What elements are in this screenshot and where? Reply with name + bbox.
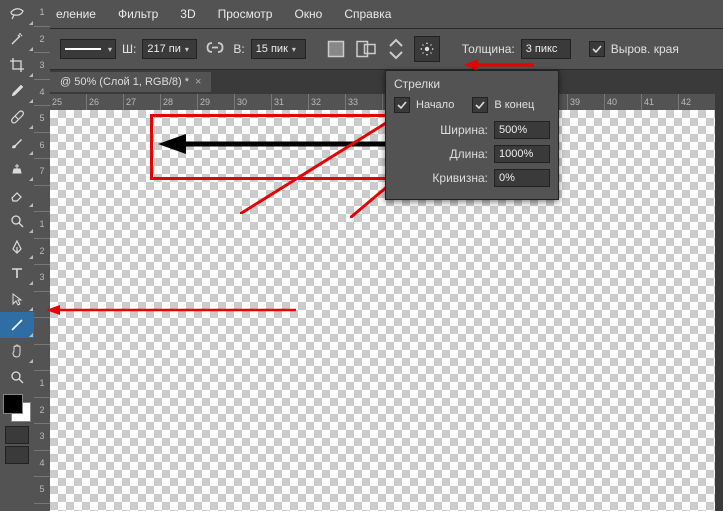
link-wh-icon[interactable] xyxy=(203,37,227,61)
align-icon[interactable] xyxy=(354,37,378,61)
zoom-tool[interactable] xyxy=(0,364,34,390)
height-label: В: xyxy=(233,42,244,56)
arrow-length-label: Длина: xyxy=(450,147,488,161)
crop-tool[interactable] xyxy=(0,52,34,78)
menu-filter[interactable]: Фильтр xyxy=(118,7,158,21)
pen-tool[interactable] xyxy=(0,234,34,260)
end-checkbox[interactable] xyxy=(472,97,488,113)
close-icon[interactable]: × xyxy=(195,76,201,88)
vertical-scrollbar[interactable] xyxy=(715,94,723,511)
menu-window[interactable]: Окно xyxy=(294,7,322,21)
annotation-arrow-to-tool xyxy=(46,304,296,316)
horizontal-ruler: 2526 2728 2930 3132 3334 3536 3738 3940 … xyxy=(50,94,715,111)
arrange-icon[interactable] xyxy=(384,37,408,61)
eraser-tool[interactable] xyxy=(0,182,34,208)
vertical-ruler: 123 456 71 23 1 234 5 xyxy=(34,0,50,511)
magic-wand-tool[interactable] xyxy=(0,26,34,52)
end-label: В конец xyxy=(494,99,534,111)
menu-3d[interactable]: 3D xyxy=(180,7,195,21)
pathops-icon[interactable] xyxy=(324,37,348,61)
arrow-concavity-label: Кривизна: xyxy=(432,171,488,185)
document-tab[interactable]: @ 50% (Слой 1, RGB/8) * × xyxy=(50,72,211,92)
options-bar: ▾ Ш: 217 пи▾ В: 15 пик▾ Толщина: 3 пикс … xyxy=(0,29,723,70)
zoom-tool-small[interactable] xyxy=(0,208,34,234)
arrow-concavity-input[interactable]: 0% xyxy=(494,169,550,187)
start-checkbox[interactable] xyxy=(394,97,410,113)
healing-brush-tool[interactable] xyxy=(0,104,34,130)
lasso-tool[interactable] xyxy=(0,0,34,26)
arrow-length-input[interactable]: 1000% xyxy=(494,145,550,163)
arrow-width-input[interactable]: 500% xyxy=(494,121,550,139)
align-edges-checkbox[interactable] xyxy=(589,41,605,57)
tab-title: @ 50% (Слой 1, RGB/8) * xyxy=(60,76,189,88)
path-selection-tool[interactable] xyxy=(0,286,34,312)
brush-tool[interactable] xyxy=(0,130,34,156)
quickmask-toggle[interactable] xyxy=(5,426,29,444)
start-label: Начало xyxy=(416,99,454,111)
hand-tool[interactable] xyxy=(0,338,34,364)
screenmode-toggle[interactable] xyxy=(5,446,29,464)
arrow-width-label: Ширина: xyxy=(440,123,488,137)
clone-stamp-tool[interactable] xyxy=(0,156,34,182)
height-input[interactable]: 15 пик▾ xyxy=(251,39,306,59)
menu-help[interactable]: Справка xyxy=(344,7,391,21)
width-label: Ш: xyxy=(122,42,136,56)
thickness-label: Толщина: xyxy=(462,42,515,56)
menubar: еление Фильтр 3D Просмотр Окно Справка xyxy=(0,0,723,29)
arrowheads-popup: Стрелки Начало В конец Ширина: 500% Длин… xyxy=(385,70,559,200)
align-edges-label: Выров. края xyxy=(611,42,679,56)
line-tool[interactable] xyxy=(0,312,34,338)
thickness-input[interactable]: 3 пикс xyxy=(521,39,571,59)
gear-icon[interactable] xyxy=(414,36,440,62)
width-input[interactable]: 217 пи▾ xyxy=(142,39,197,59)
type-tool[interactable] xyxy=(0,260,34,286)
menu-view[interactable]: Просмотр xyxy=(218,7,273,21)
popup-title: Стрелки xyxy=(394,77,550,91)
tool-panel xyxy=(0,0,35,511)
eyedropper-tool[interactable] xyxy=(0,78,34,104)
stroke-preview-dropdown[interactable]: ▾ xyxy=(60,39,116,59)
color-swatches[interactable] xyxy=(3,394,31,422)
menu-edit[interactable]: еление xyxy=(56,7,96,21)
